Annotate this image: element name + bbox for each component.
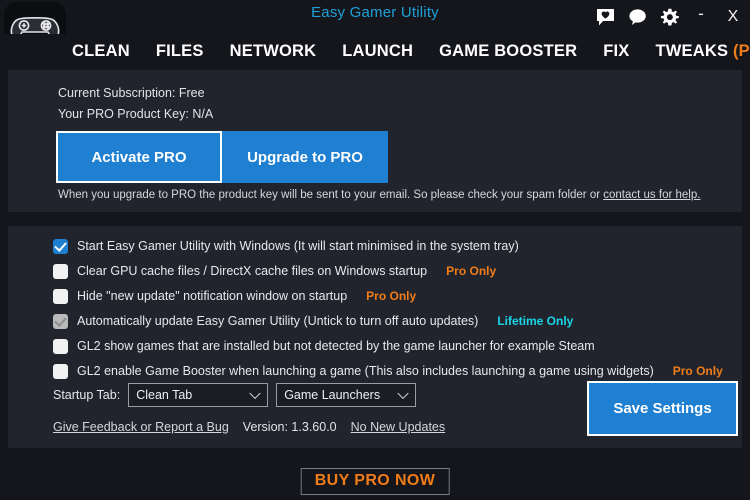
launcher-select[interactable]: Game Launchers [276,383,417,407]
settings-panel: Start Easy Gamer Utility with Windows (I… [8,226,742,448]
nav-item-clean[interactable]: CLEAN [72,42,130,61]
startup-tab-label: Startup Tab: [53,388,121,402]
startup-tab-select[interactable]: Clean Tab [128,383,269,407]
nav-item-game-booster[interactable]: GAME BOOSTER [439,42,577,61]
settings-footer: Give Feedback or Report a Bug Version: 1… [53,418,445,436]
setting-row-auto-update: Automatically update Easy Gamer Utility … [53,311,573,331]
checkbox-label-auto-update: Automatically update Easy Gamer Utility … [77,314,479,328]
no-new-updates-link[interactable]: No New Updates [351,420,446,434]
nav-item-tweaks-pro-tag: (PRO) [732,41,750,60]
chevron-down-icon [249,387,261,400]
upgrade-note: When you upgrade to PRO the product key … [58,189,700,201]
checkbox-label-clear-gpu-cache: Clear GPU cache files / DirectX cache fi… [77,264,428,278]
contact-us-link[interactable]: contact us for help. [603,189,700,201]
checkbox-auto-update[interactable] [53,313,68,329]
setting-row-clear-gpu-cache: Clear GPU cache files / DirectX cache fi… [53,261,496,281]
version-text: Version: 1.3.60.0 [242,420,337,434]
nav-item-files[interactable]: FILES [156,42,204,61]
setting-row-start-with-windows: Start Easy Gamer Utility with Windows (I… [53,236,519,256]
startup-tab-row: Startup Tab: Clean Tab Game Launchers [53,383,417,407]
checkbox-clear-gpu-cache[interactable] [53,263,68,279]
nav-item-launch[interactable]: LAUNCH [342,42,413,61]
checkbox-label-start-with-windows: Start Easy Gamer Utility with Windows (I… [77,239,519,253]
upgrade-pro-button[interactable]: Upgrade to PRO [222,131,388,183]
checkbox-label-hide-update-notification: Hide "new update" notification window on… [77,289,348,303]
launcher-select-value: Game Launchers [284,388,381,402]
nav-item-network[interactable]: NETWORK [230,42,317,61]
badge-pro-only-gl2-game-booster: Pro Only [672,364,723,378]
minimize-button[interactable]: - [690,5,712,29]
checkbox-gl2-game-booster[interactable] [53,363,68,379]
gear-icon[interactable] [658,5,680,29]
checkbox-label-gl2-show-games: GL2 show games that are installed but no… [77,339,595,353]
setting-row-hide-update-notification: Hide "new update" notification window on… [53,286,416,306]
product-key-text: Your PRO Product Key: N/A [58,107,214,121]
heart-speech-bubble-icon[interactable] [594,5,616,29]
nav-item-tweaks-label: TWEAKS [655,41,729,60]
startup-tab-select-value: Clean Tab [136,388,193,402]
buy-pro-now-button[interactable]: BUY PRO NOW [300,468,450,495]
title-bar: Easy Gamer Utility - X [0,0,750,34]
checkbox-start-with-windows[interactable] [53,238,68,254]
badge-lifetime-only-auto-update: Lifetime Only [497,314,574,328]
app-window: Easy Gamer Utility - X CLEAN FILES NETWO… [0,0,750,500]
give-feedback-link[interactable]: Give Feedback or Report a Bug [53,420,229,434]
setting-row-gl2-show-games: GL2 show games that are installed but no… [53,336,595,356]
chevron-down-icon [397,387,409,400]
subscription-panel: Current Subscription: Free Your PRO Prod… [8,70,742,212]
checkbox-gl2-show-games[interactable] [53,338,68,354]
activate-pro-button[interactable]: Activate PRO [56,131,222,183]
checkbox-hide-update-notification[interactable] [53,288,68,304]
bottom-bar: BUY PRO NOW [0,455,750,500]
nav-item-fix[interactable]: FIX [603,42,629,61]
current-subscription-text: Current Subscription: Free [58,86,205,100]
chat-bubble-icon[interactable] [626,5,648,29]
setting-row-gl2-game-booster: GL2 enable Game Booster when launching a… [53,361,723,381]
close-button[interactable]: X [722,5,744,29]
nav-items: CLEAN FILES NETWORK LAUNCH GAME BOOSTER … [72,34,750,68]
save-settings-button[interactable]: Save Settings [587,381,738,436]
checkbox-label-gl2-game-booster: GL2 enable Game Booster when launching a… [77,364,654,378]
badge-pro-only-hide-update-notification: Pro Only [366,289,417,303]
upgrade-note-text: When you upgrade to PRO the product key … [58,189,604,201]
badge-pro-only-clear-gpu-cache: Pro Only [446,264,497,278]
window-controls: - X [594,0,744,34]
main-nav: CLEAN FILES NETWORK LAUNCH GAME BOOSTER … [0,34,750,68]
nav-item-tweaks[interactable]: TWEAKS (PRO) [655,42,750,61]
